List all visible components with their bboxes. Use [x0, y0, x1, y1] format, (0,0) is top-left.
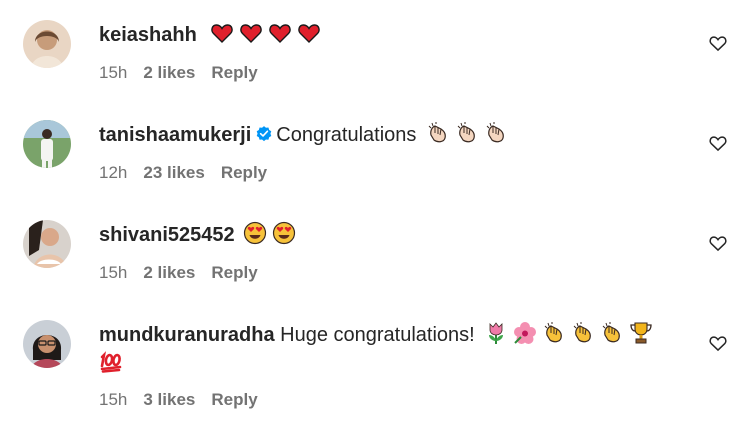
- clapping-hands-icon: [426, 121, 450, 145]
- like-heart-icon[interactable]: [708, 133, 728, 153]
- emoji-group: [480, 321, 658, 346]
- clapping-hands-icon: [571, 321, 595, 345]
- comment-meta: 15h 3 likes Reply: [99, 390, 274, 410]
- timestamp[interactable]: 15h: [99, 390, 127, 409]
- clapping-hands-icon: [542, 321, 566, 345]
- comment-meta: 15h 2 likes Reply: [99, 63, 274, 83]
- like-heart-icon[interactable]: [708, 333, 728, 353]
- avatar[interactable]: [23, 20, 71, 68]
- comment-text: Congratulations: [276, 124, 417, 146]
- reply-button[interactable]: Reply: [211, 263, 257, 282]
- timestamp[interactable]: 15h: [99, 263, 127, 282]
- clapping-hands-icon: [455, 121, 479, 145]
- comment-line: keiashahh: [99, 21, 326, 48]
- comment-line: tanishaamukerji Congratulations: [99, 121, 513, 148]
- red-heart-icon: [239, 21, 263, 45]
- comment-line-2: [99, 349, 128, 376]
- red-heart-icon: [297, 21, 321, 45]
- username[interactable]: shivani525452: [99, 224, 235, 246]
- reply-button[interactable]: Reply: [211, 390, 257, 409]
- likes-count[interactable]: 2 likes: [143, 263, 195, 282]
- red-heart-icon: [210, 21, 234, 45]
- username[interactable]: mundkuranuradha: [99, 324, 275, 346]
- red-heart-icon: [268, 21, 292, 45]
- timestamp[interactable]: 15h: [99, 63, 127, 82]
- comment-line: shivani525452: [99, 221, 301, 248]
- comment-meta: 12h 23 likes Reply: [99, 163, 283, 183]
- emoji-group: [202, 24, 326, 46]
- comment-line: mundkuranuradha Huge congratulations!: [99, 321, 658, 348]
- like-heart-icon[interactable]: [708, 33, 728, 53]
- clapping-hands-icon: [600, 321, 624, 345]
- trophy-icon: [629, 321, 653, 345]
- reply-button[interactable]: Reply: [211, 63, 257, 82]
- verified-badge-icon: [255, 124, 273, 142]
- heart-eyes-face-icon: [272, 221, 296, 245]
- emoji-group: [240, 221, 301, 246]
- avatar[interactable]: [23, 120, 71, 168]
- tulip-icon: [484, 321, 508, 345]
- clapping-hands-icon: [484, 121, 508, 145]
- emoji-group: [422, 121, 513, 146]
- avatar[interactable]: [23, 320, 71, 368]
- likes-count[interactable]: 3 likes: [143, 390, 195, 409]
- reply-button[interactable]: Reply: [221, 163, 267, 182]
- timestamp[interactable]: 12h: [99, 163, 127, 182]
- comment-meta: 15h 2 likes Reply: [99, 263, 274, 283]
- avatar[interactable]: [23, 220, 71, 268]
- likes-count[interactable]: 23 likes: [143, 163, 204, 182]
- hundred-points-icon: [99, 349, 123, 373]
- username[interactable]: keiashahh: [99, 24, 197, 46]
- heart-eyes-face-icon: [243, 221, 267, 245]
- likes-count[interactable]: 2 likes: [143, 63, 195, 82]
- username[interactable]: tanishaamukerji: [99, 124, 251, 146]
- hibiscus-icon: [513, 321, 537, 345]
- comment-text: Huge congratulations!: [280, 324, 475, 346]
- like-heart-icon[interactable]: [708, 233, 728, 253]
